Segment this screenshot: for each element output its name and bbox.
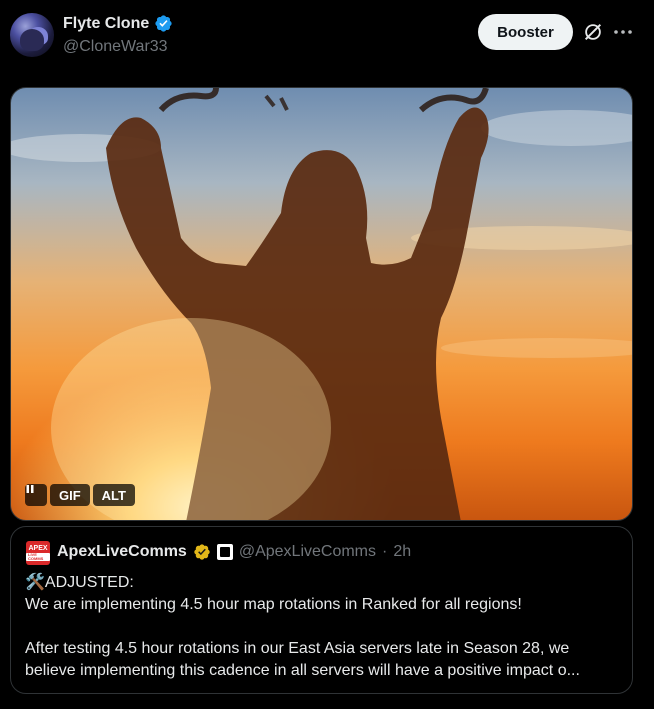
blue-verified-icon <box>155 15 172 32</box>
quoted-text-line: 🛠️ADJUSTED: <box>25 574 134 591</box>
tweet-header: Flyte Clone @CloneWar33 Booster <box>0 0 654 80</box>
gif-badge: GIF <box>50 484 90 506</box>
quoted-text-line: After testing 4.5 hour rotations in our … <box>25 640 570 657</box>
quoted-text-line: believe implementing this cadence in all… <box>25 662 580 679</box>
quoted-author-avatar[interactable]: APEX LIVE COMMS <box>26 541 50 565</box>
author-avatar[interactable] <box>10 13 54 57</box>
pause-button[interactable] <box>25 484 47 506</box>
quoted-text-line: We are implementing 4.5 hour map rotatio… <box>25 596 522 613</box>
quoted-timestamp[interactable]: 2h <box>393 543 411 561</box>
avatar-logo-subtext: LIVE COMMS <box>26 553 50 561</box>
booster-button[interactable]: Booster <box>478 14 573 50</box>
quoted-tweet-text: 🛠️ADJUSTED: We are implementing 4.5 hour… <box>25 572 621 682</box>
gold-verified-icon <box>194 544 210 560</box>
author-handle[interactable]: @CloneWar33 <box>63 38 168 56</box>
alt-text-button[interactable]: ALT <box>92 484 135 506</box>
gif-media[interactable]: GIF ALT <box>10 87 633 521</box>
media-controls: GIF ALT <box>25 484 135 506</box>
quoted-text-blank-line <box>25 616 621 638</box>
more-horizontal-icon[interactable] <box>613 23 633 41</box>
grok-icon[interactable] <box>582 21 604 43</box>
avatar-logo-text: APEX <box>28 545 48 552</box>
author-display-name[interactable]: Flyte Clone <box>63 15 149 33</box>
quoted-tweet[interactable]: APEX LIVE COMMS ApexLiveComms @ApexLiveC… <box>10 526 633 694</box>
quoted-handle: @ApexLiveComms <box>238 543 376 560</box>
affiliate-badge-icon <box>216 544 233 560</box>
quoted-display-name: ApexLiveComms <box>57 543 187 560</box>
pause-icon <box>26 485 34 493</box>
silhouette-image <box>11 88 632 520</box>
separator-dot: · <box>382 543 388 560</box>
quoted-name-row: ApexLiveComms @ApexLiveComms · 2h <box>57 543 411 561</box>
author-name-row: Flyte Clone <box>63 14 173 33</box>
